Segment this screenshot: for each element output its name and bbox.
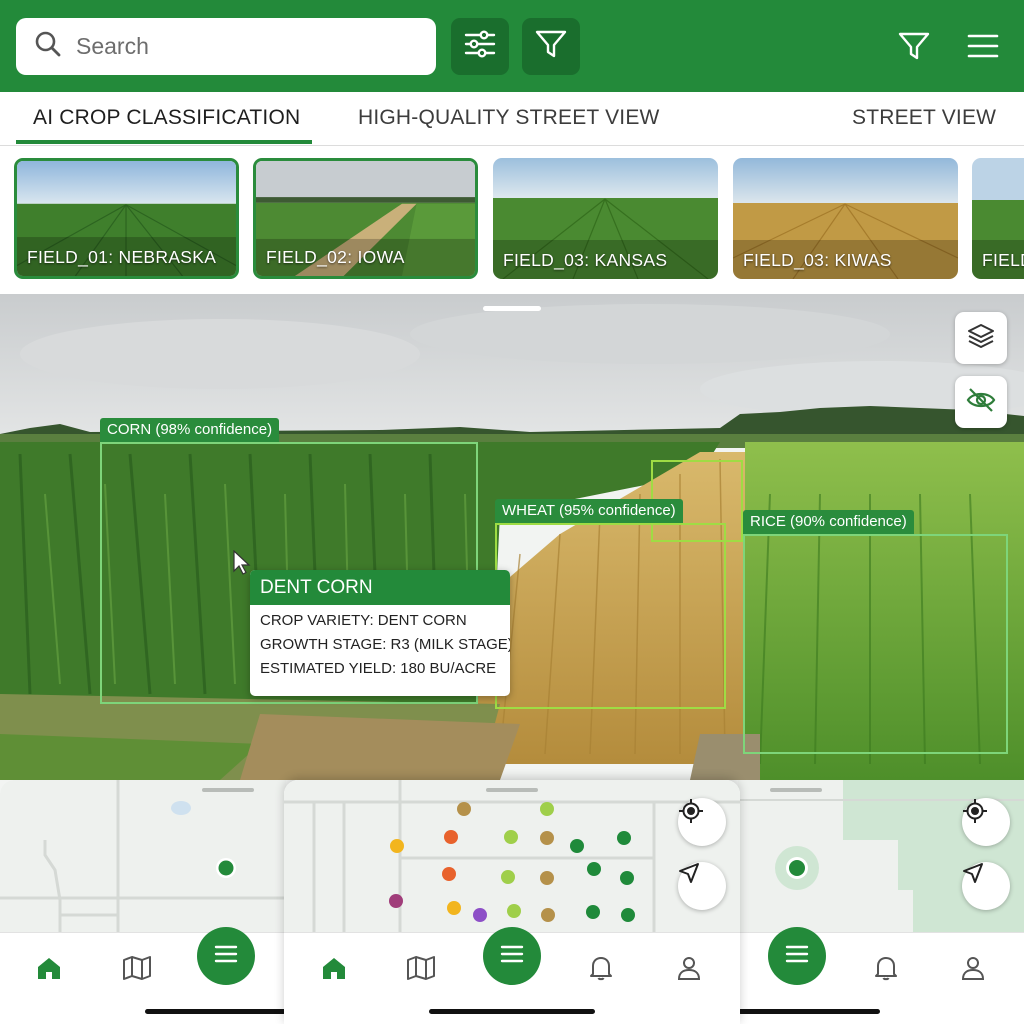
menu-fab[interactable] xyxy=(768,927,826,985)
search-bar[interactable] xyxy=(16,18,436,75)
filter-icon xyxy=(535,29,567,64)
map-icon[interactable] xyxy=(120,951,154,985)
menu-fab-icon xyxy=(500,944,524,969)
layers-icon xyxy=(967,322,995,355)
filter-outline-icon[interactable] xyxy=(894,26,934,66)
search-icon xyxy=(34,30,62,63)
active-tab-indicator xyxy=(16,140,312,144)
map-roads xyxy=(0,780,286,932)
sheet-drag-handle[interactable] xyxy=(202,788,254,792)
recenter-button[interactable] xyxy=(678,798,726,846)
sheet-drag-handle[interactable] xyxy=(486,788,538,792)
crop-points-map[interactable] xyxy=(284,780,740,932)
recenter-button[interactable] xyxy=(962,798,1010,846)
home-indicator xyxy=(429,1009,595,1014)
rice-detection-box[interactable] xyxy=(743,534,1008,754)
map-crop-points xyxy=(284,780,740,932)
tab-street-view[interactable]: STREET VIEW xyxy=(852,92,996,146)
crop-detail-popup: DENT CORN CROP VARIETY: DENT CORN GROWTH… xyxy=(250,570,510,696)
sheet-drag-handle[interactable] xyxy=(483,306,541,311)
rice-detection-label: RICE (90% confidence) xyxy=(743,510,914,534)
top-app-bar xyxy=(0,0,1024,92)
estimated-yield: ESTIMATED YIELD: 180 BU/ACRE xyxy=(260,660,497,677)
view-tabs: AI CROP CLASSIFICATION HIGH-QUALITY STRE… xyxy=(0,92,1024,146)
phone-panel-left xyxy=(0,780,286,1024)
phone-panel-center xyxy=(284,780,740,1024)
home-indicator xyxy=(738,1009,880,1014)
navigate-button[interactable] xyxy=(962,862,1010,910)
corn-detection-label: CORN (98% confidence) xyxy=(100,418,280,442)
field-thumbnail[interactable]: FIELD_ xyxy=(972,158,1024,279)
mini-map[interactable] xyxy=(0,780,286,932)
menu-fab[interactable] xyxy=(483,927,541,985)
thumbnail-label: FIELD_03: KANSAS xyxy=(503,250,668,270)
growth-stage: GROWTH STAGE: R3 (MILK STAGE) xyxy=(260,636,510,653)
thumbnail-label: FIELD_01: NEBRASKA xyxy=(27,247,217,267)
hide-overlay-button[interactable] xyxy=(955,376,1007,428)
menu-fab[interactable] xyxy=(197,927,255,985)
map-icon[interactable] xyxy=(404,951,438,985)
thumbnail-label: FIELD_02: IOWA xyxy=(266,247,405,267)
phone-panel-right xyxy=(738,780,1024,1024)
tab-high-quality-street-view[interactable]: HIGH-QUALITY STREET VIEW xyxy=(358,92,660,146)
menu-fab-icon xyxy=(785,944,809,969)
sheet-drag-handle[interactable] xyxy=(770,788,822,792)
tab-ai-crop-classification[interactable]: AI CROP CLASSIFICATION xyxy=(33,92,300,146)
filter-button[interactable] xyxy=(522,18,580,75)
adjust-settings-button[interactable] xyxy=(451,18,509,75)
thumbnail-label: FIELD_03: KIWAS xyxy=(743,250,892,270)
field-thumbnail[interactable]: FIELD_03: KANSAS xyxy=(493,158,718,279)
user-icon[interactable] xyxy=(956,951,990,985)
layers-button[interactable] xyxy=(955,312,1007,364)
field-thumbnail-strip[interactable]: FIELD_01: NEBRASKA FIELD_02: IOWA FIELD_… xyxy=(0,146,1024,294)
user-icon[interactable] xyxy=(672,951,706,985)
wheat-detection-label: WHEAT (95% confidence) xyxy=(495,499,683,523)
menu-icon[interactable] xyxy=(963,26,1003,66)
crop-variety: CROP VARIETY: DENT CORN xyxy=(260,612,467,629)
eye-off-icon xyxy=(966,387,996,418)
bell-icon[interactable] xyxy=(869,951,903,985)
search-input[interactable] xyxy=(76,33,396,60)
mini-map[interactable] xyxy=(738,780,1024,932)
sliders-icon xyxy=(463,29,497,64)
home-icon[interactable] xyxy=(317,951,351,985)
home-icon[interactable] xyxy=(32,951,66,985)
bell-icon[interactable] xyxy=(584,951,618,985)
menu-fab-icon xyxy=(214,944,238,969)
popup-title: DENT CORN xyxy=(250,570,510,605)
field-thumbnail[interactable]: FIELD_01: NEBRASKA xyxy=(14,158,239,279)
field-thumbnail[interactable]: FIELD_03: KIWAS xyxy=(733,158,958,279)
field-thumbnail[interactable]: FIELD_02: IOWA xyxy=(253,158,478,279)
street-view-scene[interactable]: CORN (98% confidence) WHEAT (95% confide… xyxy=(0,294,1024,780)
thumbnail-label: FIELD_ xyxy=(982,250,1024,270)
wheat-detection-box[interactable] xyxy=(495,523,726,709)
navigate-button[interactable] xyxy=(678,862,726,910)
home-indicator xyxy=(145,1009,286,1014)
